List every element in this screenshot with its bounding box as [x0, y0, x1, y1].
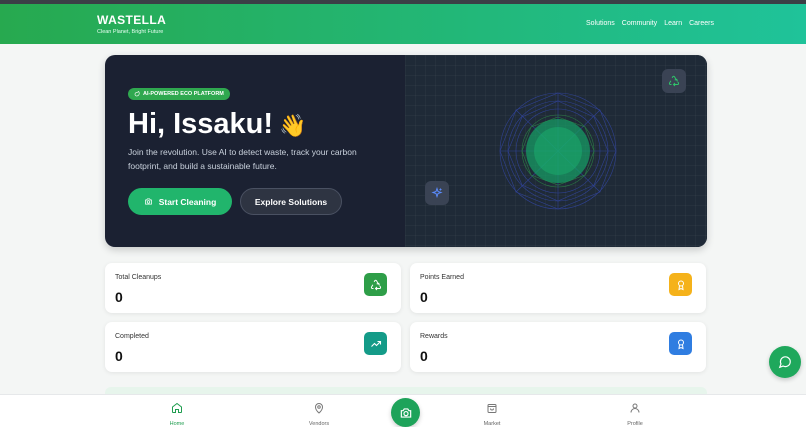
- chat-button[interactable]: [769, 346, 801, 378]
- hero-subtitle: Join the revolution. Use AI to detect wa…: [128, 147, 357, 171]
- stat-icon-box: [669, 332, 692, 355]
- nav-careers[interactable]: Careers: [689, 20, 714, 27]
- recycle-icon: [370, 279, 381, 290]
- tab-vendors[interactable]: Vendors: [299, 401, 339, 427]
- tab-label: Market: [483, 421, 501, 427]
- start-cleaning-label: Start Cleaning: [158, 196, 217, 207]
- user-icon: [630, 403, 640, 413]
- map-pin-icon: [314, 403, 324, 414]
- top-nav: Solutions Community Learn Careers: [586, 20, 714, 27]
- tab-label: Vendors: [308, 421, 330, 427]
- explore-solutions-button[interactable]: Explore Solutions: [240, 188, 342, 215]
- stat-value: 0: [115, 348, 123, 364]
- tab-label: Home: [169, 421, 185, 427]
- tab-home[interactable]: Home: [157, 401, 197, 427]
- ai-platform-badge: AI-POWERED ECO PLATFORM: [128, 88, 230, 100]
- stat-value: 0: [420, 348, 428, 364]
- stat-label: Rewards: [420, 333, 448, 340]
- brand-logo[interactable]: WASTELLA: [97, 13, 166, 27]
- explore-solutions-label: Explore Solutions: [254, 196, 328, 207]
- tab-label: Profile: [627, 421, 643, 427]
- chat-bubble-icon: [778, 356, 791, 369]
- stat-card-completed: Completed 0: [105, 322, 401, 372]
- stat-value: 0: [115, 289, 123, 305]
- stat-icon-box: [364, 332, 387, 355]
- greeting-text: Hi, Issaku!: [128, 108, 274, 140]
- tab-market[interactable]: Market: [472, 401, 512, 427]
- nav-solutions[interactable]: Solutions: [586, 20, 615, 27]
- award-icon: [677, 339, 684, 349]
- stat-label: Completed: [115, 333, 149, 340]
- sparkle-icon: [431, 187, 443, 199]
- stat-icon-box: [364, 273, 387, 296]
- stat-card-points-earned: Points Earned 0: [410, 263, 706, 313]
- brand-tagline: Clean Planet, Bright Future: [97, 29, 164, 35]
- camera-icon: [400, 407, 411, 418]
- nav-community[interactable]: Community: [622, 20, 657, 27]
- wave-icon: 👋: [279, 113, 307, 138]
- camera-icon: [144, 198, 152, 205]
- stat-label: Total Cleanups: [115, 274, 162, 281]
- leaf-icon: [134, 91, 140, 97]
- stat-label: Points Earned: [420, 274, 464, 281]
- tab-profile[interactable]: Profile: [615, 401, 655, 427]
- recycle-icon: [668, 75, 680, 87]
- sparkle-float-button[interactable]: [425, 181, 449, 205]
- nav-learn[interactable]: Learn: [664, 20, 682, 27]
- recycle-float-button[interactable]: [662, 69, 686, 93]
- scan-camera-button[interactable]: [391, 398, 420, 427]
- stat-card-total-cleanups: Total Cleanups 0: [105, 263, 401, 313]
- stat-icon-box: [669, 273, 692, 296]
- hero-banner: AI-POWERED ECO PLATFORM Hi, Issaku! 👋 Joi…: [105, 55, 707, 247]
- stat-value: 0: [420, 289, 428, 305]
- app-header: WASTELLA Clean Planet, Bright Future Sol…: [0, 4, 806, 44]
- hero-visual: [405, 55, 707, 247]
- start-cleaning-button[interactable]: Start Cleaning: [128, 188, 232, 215]
- trending-up-icon: [370, 340, 381, 347]
- stat-card-rewards: Rewards 0: [410, 322, 706, 372]
- award-icon: [677, 280, 684, 290]
- badge-label: AI-POWERED ECO PLATFORM: [143, 91, 224, 97]
- greeting-heading: Hi, Issaku! 👋: [128, 108, 306, 141]
- home-icon: [172, 402, 182, 413]
- shopping-bag-icon: [487, 404, 497, 413]
